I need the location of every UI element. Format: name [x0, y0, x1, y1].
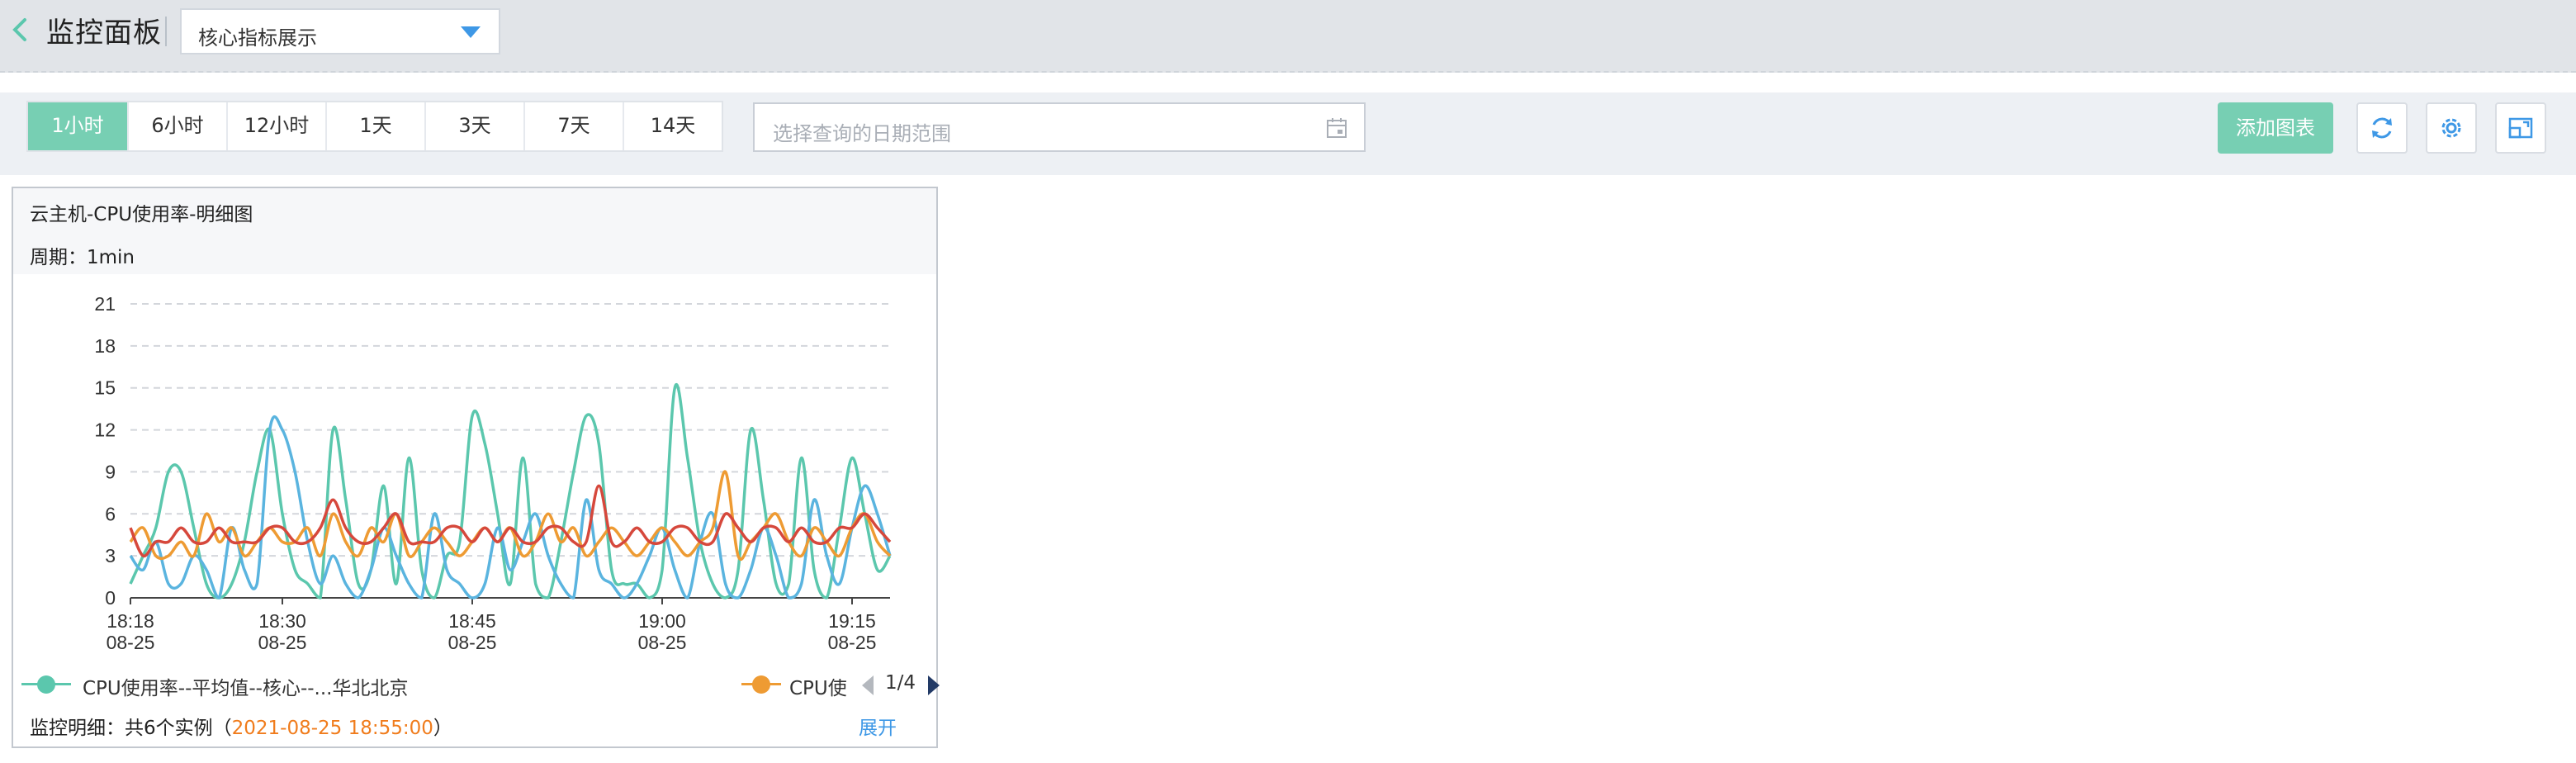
legend-item-2[interactable]: CPU使 [789, 672, 852, 700]
add-chart-button[interactable]: 添加图表 [2218, 102, 2333, 154]
monitor-detail-footer: 监控明细：共6个实例（2021-08-25 18:55:00） 展开 [13, 704, 936, 746]
summary-prefix: 监控明细：共6个实例（ [30, 718, 232, 739]
refresh-button[interactable] [2356, 102, 2408, 154]
legend-swatch-dot [752, 675, 770, 694]
x-tick-label: 18:45 [448, 610, 496, 632]
refresh-icon [2372, 117, 2392, 139]
top-header: 监控面板 核心指标展示 [0, 0, 2576, 73]
date-range-placeholder: 选择查询的日期范围 [773, 122, 951, 145]
x-tick-date-label: 08-25 [258, 632, 307, 653]
header-divider [165, 17, 167, 46]
chart-card: 云主机-CPU使用率-明细图 周期：1min 0 3 6 9 12 15 18 21 18:18… [12, 187, 940, 748]
y-tick-label: 6 [105, 503, 116, 524]
legend-item-1[interactable]: CPU使用率--平均值--核心--...华北北京 [83, 672, 409, 700]
tab-14d[interactable]: 14天 [623, 102, 722, 150]
legend-swatch-dot [37, 675, 55, 694]
x-tick-label: 18:30 [258, 610, 306, 632]
x-tick-date-label: 08-25 [107, 632, 155, 653]
fullscreen-button[interactable] [2495, 102, 2546, 154]
series-line-2 [129, 415, 892, 600]
y-tick-label: 15 [94, 377, 116, 399]
legend-next-icon[interactable] [928, 675, 940, 695]
settings-button[interactable] [2426, 102, 2477, 154]
x-tick-label: 19:00 [638, 610, 686, 632]
legend-page: 1/4 [885, 672, 916, 694]
x-tick-date-label: 08-25 [448, 632, 497, 653]
calendar-icon [1327, 118, 1347, 138]
tab-6h[interactable]: 6小时 [127, 102, 226, 150]
time-range-tabs: 1小时 6小时 12小时 1天 3天 7天 14天 [26, 101, 723, 152]
date-range-input[interactable]: 选择查询的日期范围 [753, 102, 1366, 152]
chart-legend: CPU使用率--平均值--核心--...华北北京 CPU使 1/4 [21, 667, 940, 700]
x-tick-date-label: 08-25 [828, 632, 877, 653]
tab-12h[interactable]: 12小时 [226, 102, 325, 150]
back-arrow-icon[interactable] [10, 15, 30, 45]
y-tick-label: 0 [105, 587, 116, 609]
chart-card-header: 云主机-CPU使用率-明细图 周期：1min [13, 188, 936, 274]
tab-3d[interactable]: 3天 [424, 102, 523, 150]
y-tick-label: 9 [105, 461, 116, 482]
summary-timestamp: 2021-08-25 18:55:00 [231, 718, 433, 739]
y-tick-label: 12 [94, 419, 116, 441]
summary-suffix: ） [433, 718, 452, 739]
y-tick-label: 3 [105, 545, 116, 566]
expand-link[interactable]: 展开 [859, 712, 897, 740]
y-tick-label: 21 [94, 293, 116, 315]
fullscreen-icon [2508, 117, 2533, 139]
dashboard-select-value: 核心指标展示 [198, 26, 317, 50]
tab-1h[interactable]: 1小时 [28, 102, 127, 150]
x-tick-label: 19:15 [828, 610, 876, 632]
cpu-line-chart: 03691215182118:1808-2518:3008-2518:4508-… [94, 293, 892, 653]
x-tick-label: 18:18 [107, 610, 154, 632]
chevron-down-icon [461, 26, 481, 38]
page-title: 监控面板 [46, 17, 162, 50]
gear-icon [2441, 118, 2461, 138]
legend-prev-icon[interactable] [862, 675, 874, 695]
toolbar: 1小时 6小时 12小时 1天 3天 7天 14天 选择查询的日期范围 添加图表 [0, 92, 2576, 175]
tab-7d[interactable]: 7天 [523, 102, 623, 150]
y-tick-label: 18 [94, 335, 116, 357]
x-tick-date-label: 08-25 [638, 632, 687, 653]
monitor-detail-summary: 监控明细：共6个实例（2021-08-25 18:55:00） [30, 712, 452, 740]
chart-period: 周期：1min [30, 247, 135, 268]
tab-1d[interactable]: 1天 [325, 102, 424, 150]
chart-title: 云主机-CPU使用率-明细图 [30, 204, 253, 225]
dashboard-select[interactable]: 核心指标展示 [180, 8, 500, 54]
